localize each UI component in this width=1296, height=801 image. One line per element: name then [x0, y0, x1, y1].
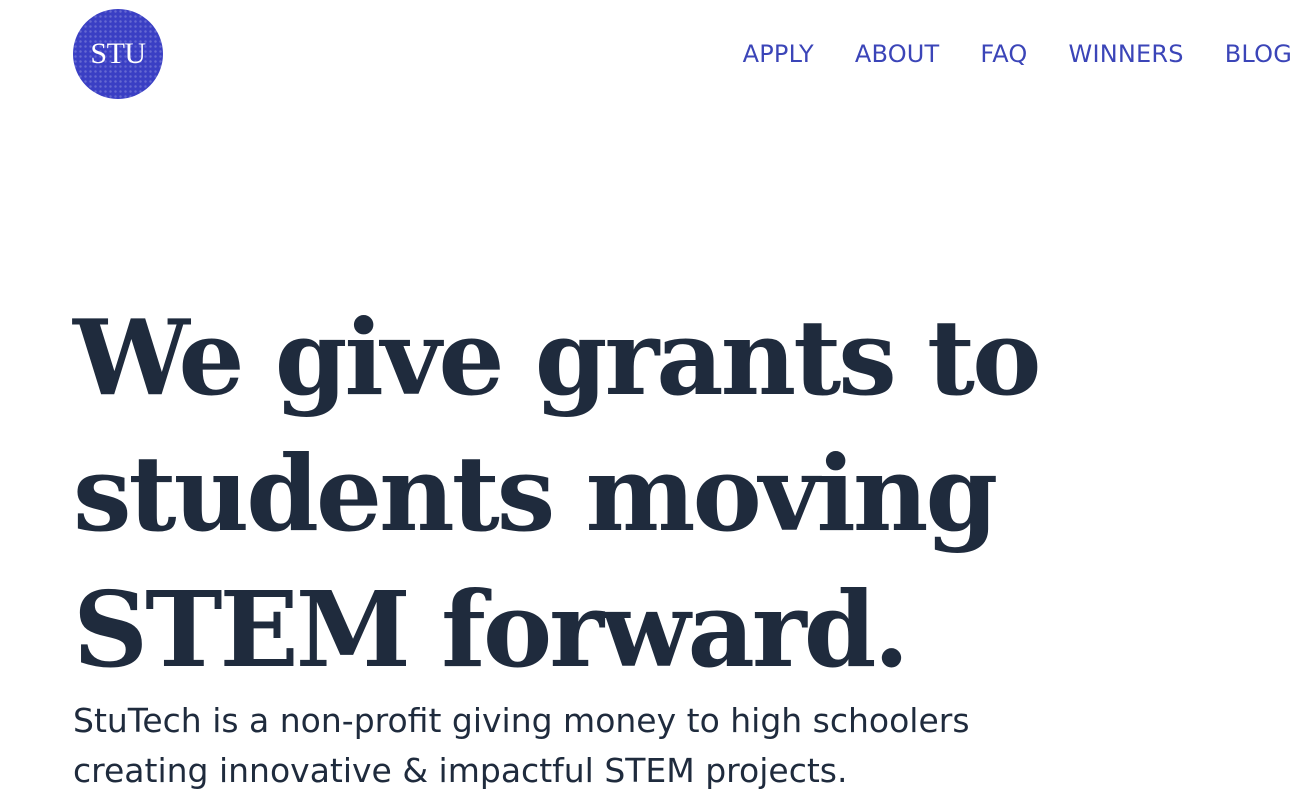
- subtitle-line-1: StuTech is a non-profit giving money to …: [73, 701, 970, 740]
- nav-winners[interactable]: WINNERS: [1069, 38, 1184, 70]
- nav-apply[interactable]: APPLY: [743, 38, 814, 70]
- headline-line-2: students moving: [73, 432, 998, 555]
- nav-faq[interactable]: FAQ: [980, 38, 1027, 70]
- subtitle-line-2: creating innovative & impactful STEM pro…: [73, 751, 848, 790]
- logo-text: STU: [90, 37, 146, 70]
- headline-line-1: We give grants to: [73, 296, 1041, 419]
- nav-about[interactable]: ABOUT: [855, 38, 940, 70]
- headline-line-3: STEM forward.: [73, 568, 910, 691]
- hero-headline: We give grants to students moving STEM f…: [73, 290, 1123, 698]
- logo-link[interactable]: STU: [73, 9, 163, 99]
- main-nav: APPLY ABOUT FAQ WINNERS BLOG: [743, 38, 1292, 70]
- hero-subtitle: StuTech is a non-profit giving money to …: [73, 696, 1153, 796]
- nav-blog[interactable]: BLOG: [1225, 38, 1292, 70]
